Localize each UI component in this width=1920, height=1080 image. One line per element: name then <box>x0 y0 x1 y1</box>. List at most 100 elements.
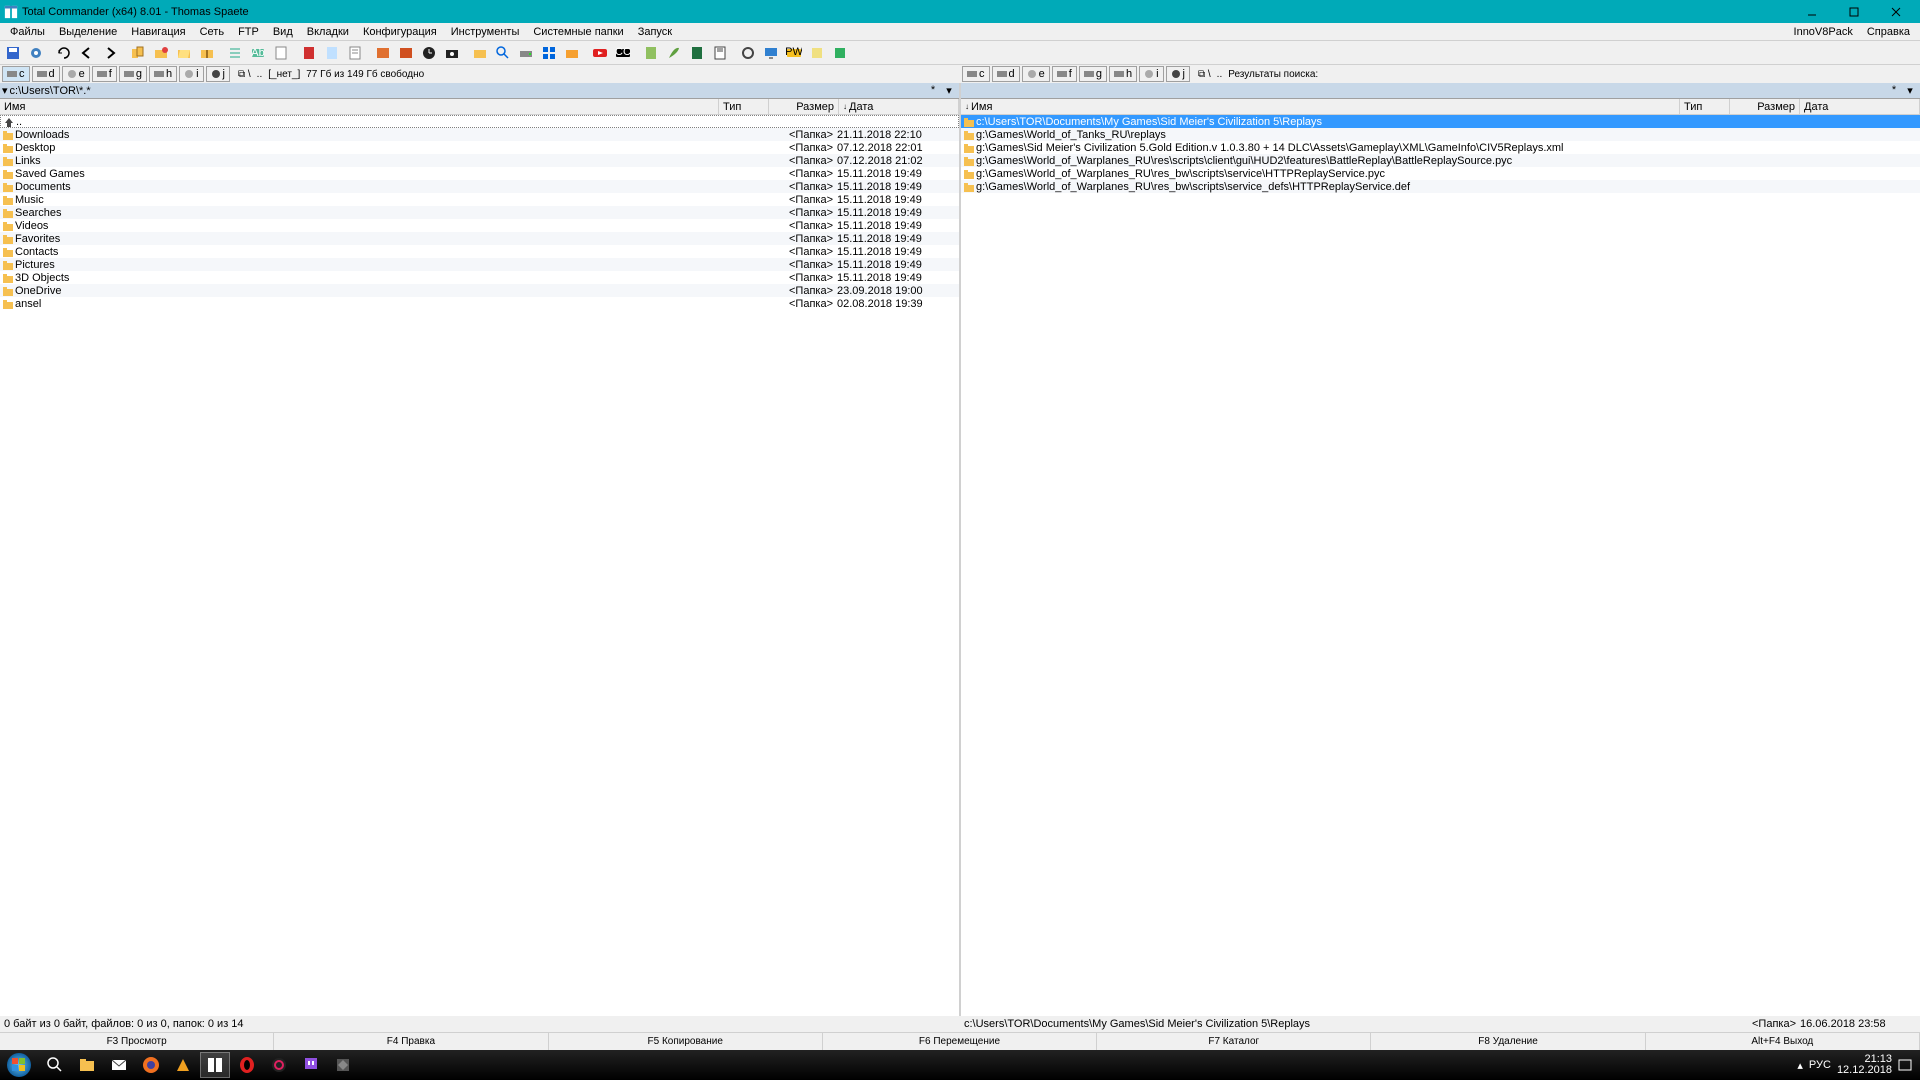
task-search-icon[interactable] <box>40 1052 70 1078</box>
gear2-icon[interactable] <box>737 42 759 64</box>
list-item[interactable]: Saved Games<Папка>15.11.2018 19:49 <box>0 167 959 180</box>
task-circle-icon[interactable] <box>264 1052 294 1078</box>
camera-icon[interactable] <box>441 42 463 64</box>
drive-c-right[interactable]: c <box>962 66 990 82</box>
notepad-icon[interactable] <box>709 42 731 64</box>
drive-j-right[interactable]: j <box>1166 66 1190 82</box>
history-btn-left[interactable]: * <box>925 84 941 98</box>
menu-innov8pack[interactable]: InnoV8Pack <box>1788 24 1859 40</box>
chevron-down-icon[interactable]: ▾ <box>2 84 8 97</box>
tray-chevron-up-icon[interactable]: ▴ <box>1797 1059 1803 1072</box>
task-opera-icon[interactable] <box>232 1052 262 1078</box>
list-item[interactable]: c:\Users\TOR\Documents\My Games\Sid Meie… <box>961 115 1920 128</box>
save-icon[interactable] <box>2 42 24 64</box>
menu-view[interactable]: Вид <box>267 24 299 40</box>
dropdown-btn-right[interactable]: ▾ <box>1902 84 1918 98</box>
drive-root-icon-right[interactable]: ⧉ \ <box>1198 69 1211 80</box>
list-item[interactable]: Music<Папка>15.11.2018 19:49 <box>0 193 959 206</box>
maximize-button[interactable] <box>1834 2 1874 22</box>
drive-j-left[interactable]: j <box>206 66 230 82</box>
fkey-f3[interactable]: F3 Просмотр <box>0 1033 274 1050</box>
menu-config[interactable]: Конфигурация <box>357 24 443 40</box>
list-item[interactable]: Downloads<Папка>21.11.2018 22:10 <box>0 128 959 141</box>
drive-root-icon[interactable]: ⧉ \ <box>238 69 251 80</box>
col-date-right[interactable]: Дата <box>1800 99 1920 114</box>
fkey-f5[interactable]: F5 Копирование <box>549 1033 823 1050</box>
monitor-icon[interactable] <box>760 42 782 64</box>
folder2-icon[interactable] <box>469 42 491 64</box>
list-item[interactable]: Desktop<Папка>07.12.2018 22:01 <box>0 141 959 154</box>
cc-icon[interactable]: CC <box>612 42 634 64</box>
col-name-left[interactable]: Имя <box>0 99 719 114</box>
path-left[interactable]: c:\Users\TOR\*.* <box>10 85 925 97</box>
drive-d-right[interactable]: d <box>992 66 1020 82</box>
pdf-icon[interactable] <box>298 42 320 64</box>
list-item[interactable]: OneDrive<Папка>23.09.2018 19:00 <box>0 284 959 297</box>
menu-selection[interactable]: Выделение <box>53 24 123 40</box>
leaf-icon[interactable] <box>663 42 685 64</box>
drive-d-left[interactable]: d <box>32 66 60 82</box>
drive-i-right[interactable]: i <box>1139 66 1163 82</box>
youtube-icon[interactable] <box>589 42 611 64</box>
reload-icon[interactable] <box>53 42 75 64</box>
drive-f-right[interactable]: f <box>1052 66 1077 82</box>
excel-icon[interactable] <box>686 42 708 64</box>
list-item[interactable]: ansel<Папка>02.08.2018 19:39 <box>0 297 959 310</box>
book-icon[interactable] <box>640 42 662 64</box>
tray-notification-icon[interactable] <box>1898 1058 1912 1072</box>
disk-icon[interactable] <box>515 42 537 64</box>
list-item[interactable]: g:\Games\World_of_Tanks_RU\replays <box>961 128 1920 141</box>
drive-e-left[interactable]: e <box>62 66 90 82</box>
list-icon[interactable] <box>224 42 246 64</box>
list-item[interactable]: Pictures<Папка>15.11.2018 19:49 <box>0 258 959 271</box>
fkey-f7[interactable]: F7 Каталог <box>1097 1033 1371 1050</box>
menu-tools[interactable]: Инструменты <box>445 24 526 40</box>
drive-g-right[interactable]: g <box>1079 66 1107 82</box>
menu-launch[interactable]: Запуск <box>632 24 678 40</box>
menu-files[interactable]: Файлы <box>4 24 51 40</box>
folder3-icon[interactable] <box>561 42 583 64</box>
minimize-button[interactable] <box>1792 2 1832 22</box>
drive-h-right[interactable]: h <box>1109 66 1137 82</box>
ppt1-icon[interactable] <box>372 42 394 64</box>
rename-icon[interactable]: Ab <box>247 42 269 64</box>
back-icon[interactable] <box>76 42 98 64</box>
folder-new-icon[interactable] <box>150 42 172 64</box>
list-item[interactable]: .. <box>0 115 959 128</box>
drive-f-left[interactable]: f <box>92 66 117 82</box>
menu-sysfolders[interactable]: Системные папки <box>527 24 629 40</box>
clock-icon[interactable] <box>418 42 440 64</box>
filelist-left[interactable]: ..Downloads<Папка>21.11.2018 22:10Deskto… <box>0 115 959 1016</box>
task-triangle-icon[interactable] <box>168 1052 198 1078</box>
drive-i-left[interactable]: i <box>179 66 203 82</box>
ppt2-icon[interactable] <box>395 42 417 64</box>
task-totalcmd-icon[interactable] <box>200 1052 230 1078</box>
fkey-f6[interactable]: F6 Перемещение <box>823 1033 1097 1050</box>
close-button[interactable] <box>1876 2 1916 22</box>
grid-icon[interactable] <box>538 42 560 64</box>
dropdown-btn-left[interactable]: ▾ <box>941 84 957 98</box>
doc2-icon[interactable] <box>321 42 343 64</box>
list-item[interactable]: Documents<Папка>15.11.2018 19:49 <box>0 180 959 193</box>
list-item[interactable]: g:\Games\World_of_Warplanes_RU\res_bw\sc… <box>961 167 1920 180</box>
menu-tabs[interactable]: Вкладки <box>301 24 355 40</box>
col-ext-left[interactable]: Тип <box>719 99 769 114</box>
history-btn-right[interactable]: * <box>1886 84 1902 98</box>
task-mail-icon[interactable] <box>104 1052 134 1078</box>
forward-icon[interactable] <box>99 42 121 64</box>
drive-h-left[interactable]: h <box>149 66 177 82</box>
menu-help[interactable]: Справка <box>1861 24 1916 40</box>
list-item[interactable]: Searches<Папка>15.11.2018 19:49 <box>0 206 959 219</box>
list-item[interactable]: g:\Games\World_of_Warplanes_RU\res\scrip… <box>961 154 1920 167</box>
drive-c-left[interactable]: c <box>2 66 30 82</box>
drive-parentdots-right[interactable]: .. <box>1217 69 1223 80</box>
list-item[interactable]: g:\Games\World_of_Warplanes_RU\res_bw\sc… <box>961 180 1920 193</box>
task-wot-icon[interactable] <box>328 1052 358 1078</box>
menu-net[interactable]: Сеть <box>194 24 230 40</box>
note-icon[interactable] <box>806 42 828 64</box>
menu-ftp[interactable]: FTP <box>232 24 265 40</box>
folder-zip-icon[interactable] <box>196 42 218 64</box>
tray-lang[interactable]: РУС <box>1809 1059 1831 1071</box>
fkey-altf4[interactable]: Alt+F4 Выход <box>1646 1033 1920 1050</box>
menu-navigation[interactable]: Навигация <box>125 24 191 40</box>
